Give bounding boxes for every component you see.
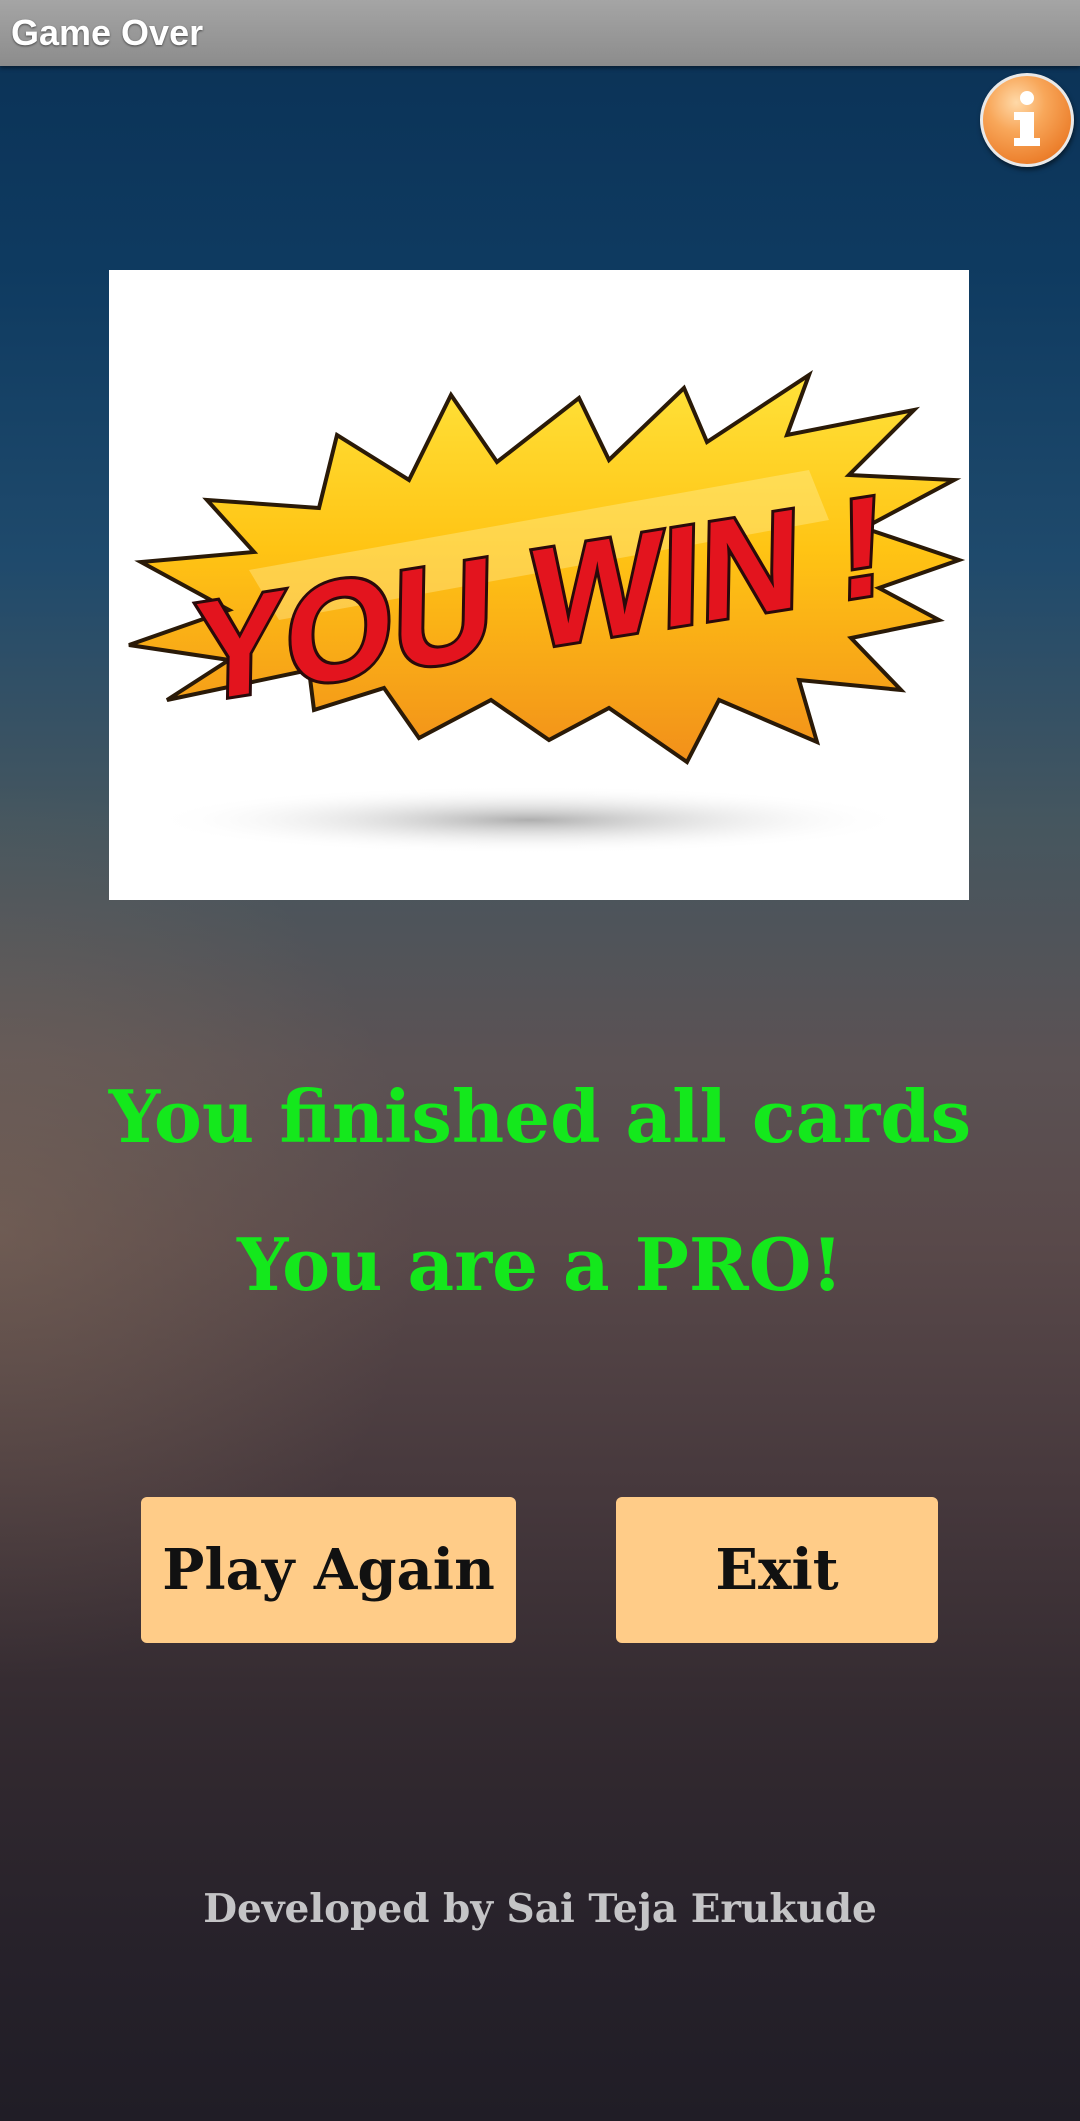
you-win-image: YOU WIN ! — [109, 270, 969, 900]
banner-shadow — [149, 786, 909, 854]
finished-message: You finished all cards — [108, 1074, 972, 1159]
developer-credit: Developed by Sai Teja Erukude — [203, 1886, 877, 1932]
window-title: Game Over — [11, 12, 204, 53]
info-icon — [1014, 91, 1040, 146]
title-bar: Game Over — [0, 0, 1080, 66]
play-again-button[interactable]: Play Again — [141, 1497, 516, 1643]
pro-message: You are a PRO! — [236, 1222, 844, 1307]
info-button[interactable] — [980, 73, 1074, 167]
exit-button[interactable]: Exit — [616, 1497, 938, 1643]
